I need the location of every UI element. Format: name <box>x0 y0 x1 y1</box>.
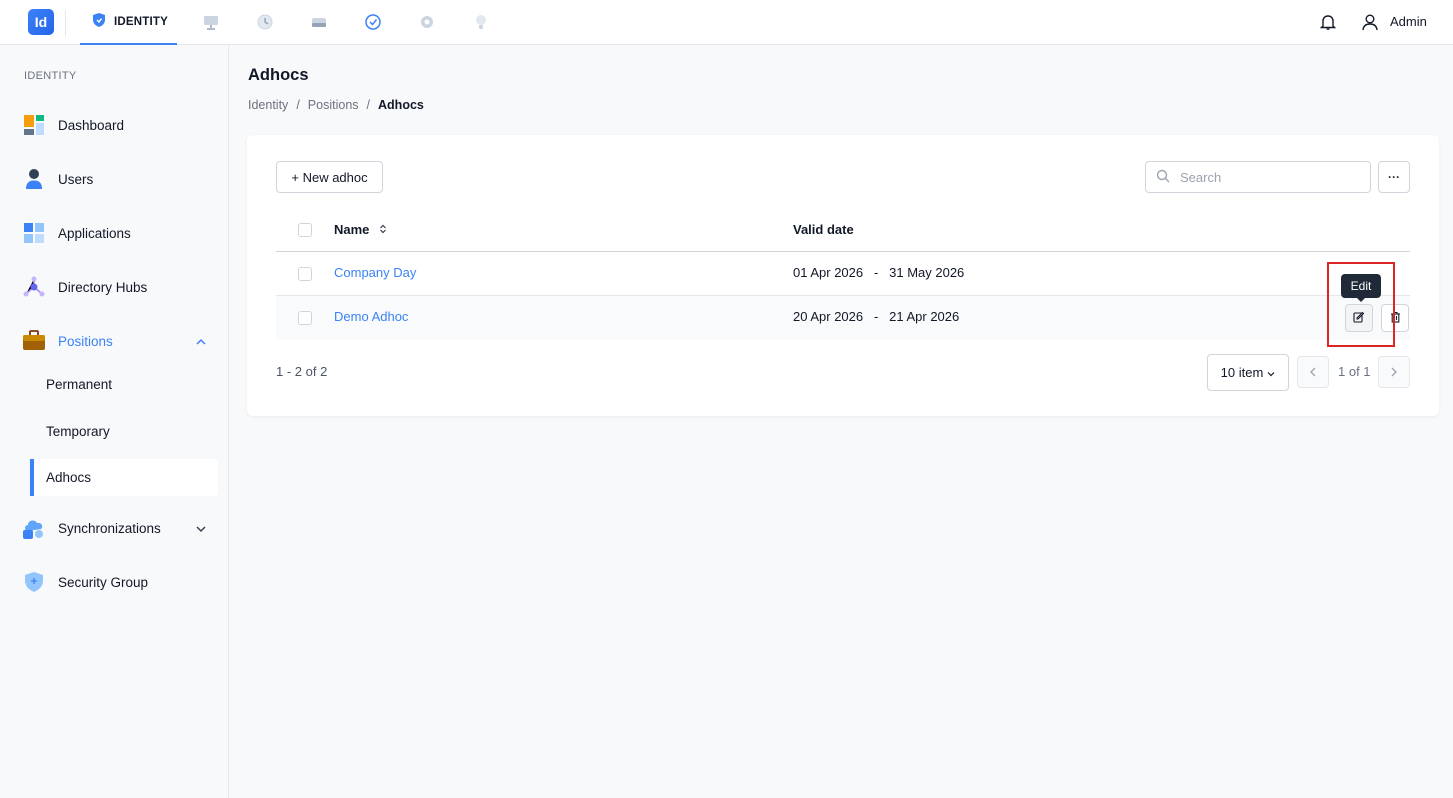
adhocs-card: + New adhoc ··· Name Valid date Company … <box>247 135 1439 416</box>
page-size-value: 10 item <box>1220 365 1264 380</box>
adhoc-name-link[interactable]: Company Day <box>334 265 416 280</box>
chevron-down-icon[interactable] <box>196 521 206 536</box>
breadcrumb-separator: / <box>296 98 300 112</box>
breadcrumb-separator: / <box>366 98 371 112</box>
select-all-checkbox[interactable] <box>298 223 312 237</box>
page-size-select[interactable]: 10 item <box>1207 354 1289 391</box>
more-options-button[interactable]: ··· <box>1378 161 1410 193</box>
valid-date-range: 01 Apr 2026 - 31 May 2026 <box>793 265 965 280</box>
user-name[interactable]: Admin <box>1390 14 1427 29</box>
breadcrumb-item[interactable]: Positions <box>308 98 359 112</box>
top-bar: Id IDENTITY Admin <box>0 0 1453 45</box>
row-checkbox[interactable] <box>298 267 312 281</box>
sidebar-section-title: IDENTITY <box>24 70 77 82</box>
sort-icon[interactable] <box>379 222 387 237</box>
sidebar-subitem-temporary[interactable]: Temporary <box>30 413 218 449</box>
user-icon <box>22 167 46 191</box>
sidebar-item-users[interactable]: Users <box>16 160 218 198</box>
sidebar-item-applications[interactable]: Applications <box>16 214 218 252</box>
page-indicator: 1 of 1 <box>1338 364 1371 379</box>
lightbulb-icon[interactable] <box>471 12 491 32</box>
tab-identity[interactable]: IDENTITY <box>80 0 177 45</box>
sidebar-item-security-group[interactable]: Security Group <box>16 563 218 601</box>
sidebar-item-label: Synchronizations <box>58 520 161 536</box>
page-title: Adhocs <box>248 66 309 84</box>
search-box[interactable] <box>1145 161 1371 193</box>
search-icon <box>1156 169 1170 186</box>
app-logo[interactable]: Id <box>28 9 54 35</box>
sidebar-item-dashboard[interactable]: Dashboard <box>16 106 218 144</box>
table-header: Name Valid date <box>276 208 1410 252</box>
bell-icon[interactable] <box>1318 12 1338 32</box>
chevron-left-icon <box>1310 365 1316 380</box>
table-row[interactable]: Company Day 01 Apr 2026 - 31 May 2026 <box>276 252 1410 296</box>
sidebar-item-synchronizations[interactable]: Synchronizations <box>16 509 218 547</box>
sidebar-item-label: Positions <box>58 333 113 349</box>
column-header-label: Name <box>334 222 370 237</box>
adhoc-name-link[interactable]: Demo Adhoc <box>334 309 408 324</box>
history-icon[interactable] <box>255 12 275 32</box>
dashboard-icon <box>22 113 46 137</box>
sidebar-subitem-adhocs[interactable]: Adhocs <box>30 459 218 496</box>
row-checkbox[interactable] <box>298 311 312 325</box>
valid-date-range: 20 Apr 2026 - 21 Apr 2026 <box>793 309 960 324</box>
sidebar-item-label: Dashboard <box>58 117 125 133</box>
sidebar-item-label: Security Group <box>58 574 149 590</box>
shield-icon <box>92 12 106 31</box>
user-icon[interactable] <box>1360 12 1380 32</box>
monitor-icon[interactable] <box>201 12 221 32</box>
divider <box>65 10 66 36</box>
table-row[interactable]: Demo Adhoc 20 Apr 2026 - 21 Apr 2026 <box>276 296 1410 340</box>
column-header-name[interactable]: Name <box>334 222 387 237</box>
sidebar: IDENTITY Dashboard Users Applications Di… <box>0 45 229 798</box>
apps-grid-icon <box>22 221 46 245</box>
sidebar-subitem-permanent[interactable]: Permanent <box>30 366 218 402</box>
prev-page-button[interactable] <box>1297 356 1329 388</box>
sidebar-item-label: Applications <box>58 225 131 241</box>
briefcase-icon <box>22 329 46 353</box>
hub-network-icon <box>22 275 46 299</box>
storage-icon[interactable] <box>309 12 329 32</box>
chevron-up-icon[interactable] <box>196 334 206 349</box>
search-input[interactable] <box>1180 169 1350 185</box>
new-adhoc-button[interactable]: + New adhoc <box>276 161 383 193</box>
pagination-summary: 1 - 2 of 2 <box>276 364 328 379</box>
breadcrumb-current: Adhocs <box>378 98 424 112</box>
sidebar-item-positions[interactable]: Positions <box>16 322 218 360</box>
sidebar-item-directory-hubs[interactable]: Directory Hubs <box>16 268 218 306</box>
shield-icon <box>22 570 46 594</box>
next-page-button[interactable] <box>1378 356 1410 388</box>
column-header-valid-date: Valid date <box>793 222 854 237</box>
cloud-sync-icon <box>22 516 46 540</box>
sidebar-item-label: Users <box>58 171 94 187</box>
check-circle-icon[interactable] <box>363 12 383 32</box>
breadcrumb: Identity / Positions / Adhocs <box>248 98 424 112</box>
chevron-right-icon <box>1391 365 1397 380</box>
chevron-down-icon <box>1267 365 1275 380</box>
gear-icon[interactable] <box>417 12 437 32</box>
annotation-highlight-box <box>1327 262 1395 347</box>
tab-identity-label: IDENTITY <box>114 15 168 28</box>
sidebar-item-label: Directory Hubs <box>58 279 148 295</box>
breadcrumb-item[interactable]: Identity <box>248 98 288 112</box>
